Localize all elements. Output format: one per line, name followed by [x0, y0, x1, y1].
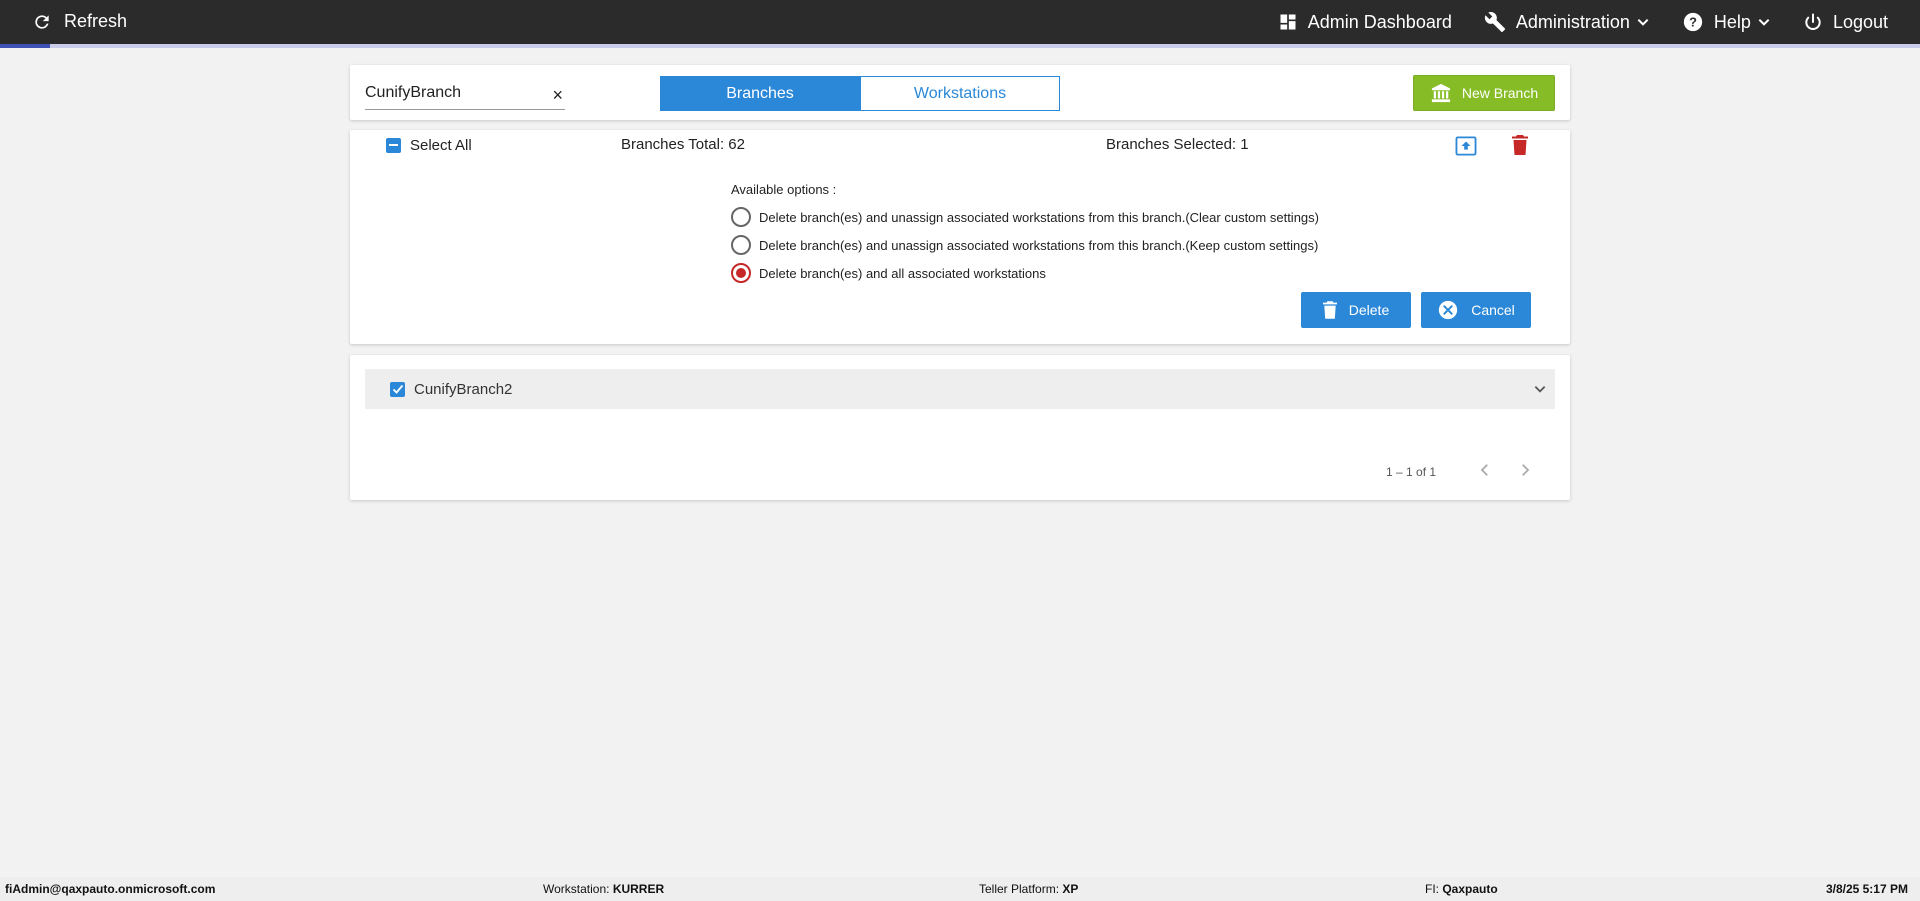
new-branch-label: New Branch: [1461, 85, 1539, 101]
previous-page-button[interactable]: [1476, 461, 1494, 484]
branches-total: Branches Total: 62: [621, 136, 745, 153]
branch-list-card: CunifyBranch2 1 – 1 of 1: [350, 355, 1570, 500]
refresh-label: Refresh: [64, 11, 128, 31]
option-label: Delete branch(es) and all associated wor…: [759, 265, 1046, 281]
toolbar-card: × Branches Workstations New Branch: [350, 65, 1570, 120]
refresh-icon: [35, 14, 49, 29]
chevron-left-icon: [1480, 464, 1488, 476]
administration-label: Administration: [1515, 11, 1630, 32]
row-checkbox[interactable]: [390, 381, 405, 397]
admin-dashboard-label: Admin Dashboard: [1307, 11, 1452, 32]
checkmark-icon: [392, 384, 403, 394]
status-footer: fiAdmin@qaxpauto.onmicrosoft.com Worksta…: [0, 877, 1920, 901]
table-row[interactable]: CunifyBranch2: [365, 369, 1555, 409]
administration-menu[interactable]: Administration: [1484, 11, 1650, 33]
footer-platform-value: XP: [1062, 882, 1079, 896]
tab-branches[interactable]: Branches: [660, 76, 860, 111]
footer-datetime: 3/8/25 5:17 PM: [1825, 882, 1908, 896]
delete-button[interactable]: Delete: [1301, 292, 1411, 328]
clear-search-icon[interactable]: ×: [552, 85, 563, 105]
new-branch-button[interactable]: New Branch: [1413, 75, 1555, 111]
footer-platform-label: Teller Platform:: [979, 882, 1063, 896]
logout-label: Logout: [1832, 11, 1888, 32]
close-circle-icon: [1439, 300, 1458, 320]
option-label: Delete branch(es) and unassign associate…: [759, 209, 1319, 225]
footer-fi-value: Qaxpauto: [1442, 882, 1498, 896]
chevron-right-icon: [1522, 464, 1530, 476]
radio-selected-icon: [731, 263, 751, 283]
branch-name: CunifyBranch2: [414, 380, 513, 398]
radio-unselected-icon: [731, 207, 751, 227]
footer-workstation: Workstation: KURRER: [543, 882, 664, 896]
refresh-button[interactable]: Refresh: [32, 11, 127, 32]
option-delete-all-workstations[interactable]: Delete branch(es) and all associated wor…: [731, 263, 1046, 283]
footer-platform: Teller Platform: XP: [979, 882, 1078, 896]
power-icon: [1805, 13, 1821, 30]
pagination-range: 1 – 1 of 1: [1386, 465, 1437, 479]
cancel-button[interactable]: Cancel: [1421, 292, 1531, 328]
loading-progress-bar: [0, 44, 1920, 48]
footer-workstation-value: KURRER: [612, 882, 665, 896]
select-all-label: Select All: [410, 137, 472, 154]
trash-icon: [1322, 301, 1337, 319]
select-all-checkbox[interactable]: Select All: [386, 137, 472, 154]
option-keep-custom-settings[interactable]: Delete branch(es) and unassign associate…: [731, 235, 1318, 255]
footer-fi-label: FI:: [1425, 882, 1443, 896]
trash-icon: [1512, 135, 1528, 155]
upload-box-icon: [1455, 136, 1477, 156]
help-label: Help: [1713, 11, 1751, 32]
bulk-actions-card: Select All Branches Total: 62 Branches S…: [350, 130, 1570, 344]
footer-fi: FI: Qaxpauto: [1425, 882, 1498, 896]
logout-button[interactable]: Logout: [1803, 12, 1888, 33]
cancel-label: Cancel: [1471, 302, 1515, 318]
radio-unselected-icon: [731, 235, 751, 255]
tab-workstations[interactable]: Workstations: [860, 76, 1060, 111]
help-menu[interactable]: ? Help: [1682, 11, 1771, 33]
chevron-down-icon: [1637, 18, 1649, 26]
search-field: ×: [365, 82, 565, 110]
search-input[interactable]: [365, 82, 535, 102]
top-nav-bar: Refresh Admin Dashboard Administration ?…: [0, 0, 1920, 48]
bank-icon: [1431, 83, 1450, 103]
loading-progress-fill: [0, 44, 50, 48]
admin-dashboard-link[interactable]: Admin Dashboard: [1278, 12, 1452, 33]
view-tabs: Branches Workstations: [660, 76, 1060, 111]
wrench-icon: [1484, 12, 1505, 33]
svg-text:?: ?: [1689, 15, 1697, 30]
help-icon: ?: [1683, 12, 1703, 32]
indeterminate-checkbox-icon: [386, 138, 401, 153]
footer-workstation-label: Workstation:: [543, 882, 613, 896]
branches-selected: Branches Selected: 1: [1106, 136, 1249, 153]
chevron-down-icon: [1758, 18, 1770, 26]
delete-label: Delete: [1348, 302, 1390, 318]
export-button[interactable]: [1455, 136, 1477, 161]
delete-selected-button[interactable]: [1512, 135, 1528, 160]
option-clear-custom-settings[interactable]: Delete branch(es) and unassign associate…: [731, 207, 1319, 227]
dashboard-icon: [1280, 14, 1296, 30]
available-options-title: Available options :: [731, 182, 837, 197]
next-page-button[interactable]: [1516, 461, 1534, 484]
footer-user: fiAdmin@qaxpauto.onmicrosoft.com: [5, 882, 216, 896]
chevron-down-icon[interactable]: [1533, 382, 1547, 396]
option-label: Delete branch(es) and unassign associate…: [759, 237, 1319, 253]
